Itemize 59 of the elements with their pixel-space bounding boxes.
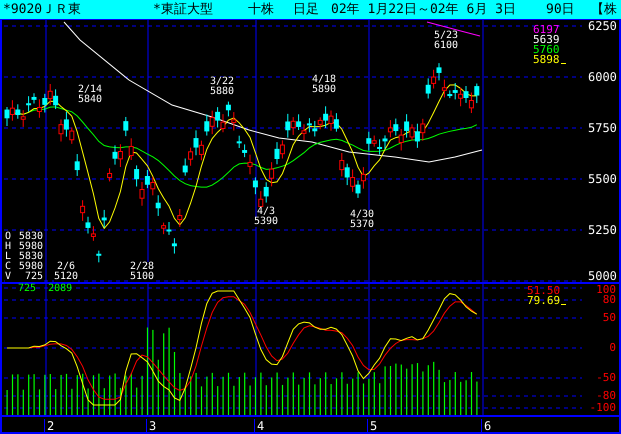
title-text: 十株 xyxy=(248,0,275,19)
title-text: 【株 xyxy=(591,0,618,19)
title-text: *9020ＪＲ東 xyxy=(3,0,82,19)
peak-price-label: 5120 xyxy=(54,272,78,282)
price-axis-label: 6000 xyxy=(588,71,617,83)
peak-price-label: 5100 xyxy=(130,272,154,282)
peak-date-label: 5/23 xyxy=(434,31,458,41)
price-axis-label: 5500 xyxy=(588,173,617,185)
peak-price-label: 5880 xyxy=(210,87,234,97)
month-label: 2 xyxy=(44,419,54,434)
peak-price-label: 5840 xyxy=(78,95,102,105)
ohlcv-value: 725 xyxy=(24,272,43,282)
ohlcv-letter: L xyxy=(5,252,12,262)
ohlcv-value: 5980 xyxy=(18,262,43,272)
month-label: 3 xyxy=(146,419,156,434)
ohlcv-letter: H xyxy=(5,242,12,252)
price-axis-label: 5250 xyxy=(588,224,617,236)
ohlcv-value: 5830 xyxy=(18,252,43,262)
peak-date-label: 2/6 xyxy=(57,262,76,272)
price-axis-label: 6250 xyxy=(588,20,617,32)
oscillator-axis-label: 50 xyxy=(602,313,616,323)
title-text: 日足 xyxy=(293,0,320,19)
peak-price-label: 5390 xyxy=(254,217,278,227)
volume-label: 2089 xyxy=(48,284,72,294)
month-label: 4 xyxy=(254,419,264,434)
oscillator-axis-label: 100 xyxy=(596,285,616,295)
price-axis-label: 5000 xyxy=(588,270,617,282)
oscillator-axis-label: -80 xyxy=(596,391,616,401)
ohlcv-letter: O xyxy=(5,232,12,242)
legend-value: 5639 xyxy=(533,35,560,45)
oscillator-axis-label: 80 xyxy=(602,295,616,305)
legend-value: 51.50 xyxy=(527,286,560,296)
ohlcv-letter: V xyxy=(5,272,12,282)
legend-value: 5898 xyxy=(533,55,560,65)
title-text: 02年 1月22日～02年 6月 3日 xyxy=(331,0,517,19)
peak-date-label: 2/28 xyxy=(130,262,154,272)
oscillator-axis-label: -100 xyxy=(590,403,616,413)
peak-date-label: 4/18 xyxy=(312,75,336,85)
ohlcv-value: 5980 xyxy=(18,242,43,252)
month-label: 5 xyxy=(367,419,378,434)
peak-price-label: 5890 xyxy=(312,85,336,95)
title-text: *東証大型 xyxy=(153,0,214,19)
title-text: 90日 xyxy=(546,0,576,19)
legend-value: 6197 xyxy=(533,25,560,35)
peak-date-label: 2/14 xyxy=(78,85,102,95)
oscillator-axis-label: -50 xyxy=(596,373,616,383)
peak-date-label: 4/3 xyxy=(257,207,276,217)
price-axis-label: 5750 xyxy=(588,122,617,134)
ohlcv-value: 5830 xyxy=(18,232,43,242)
month-label: 6 xyxy=(481,419,492,434)
oscillator-axis-label: 0 xyxy=(609,343,616,353)
volume-label: 725 xyxy=(18,284,36,294)
legend-value: 5760 xyxy=(533,45,560,55)
peak-price-label: 6100 xyxy=(434,41,458,51)
legend-value: 79.69 xyxy=(527,296,560,306)
peak-date-label: 3/22 xyxy=(210,77,234,87)
peak-date-label: 4/30 xyxy=(350,210,374,220)
peak-price-label: 5370 xyxy=(350,220,374,230)
ohlcv-letter: C xyxy=(5,262,12,272)
